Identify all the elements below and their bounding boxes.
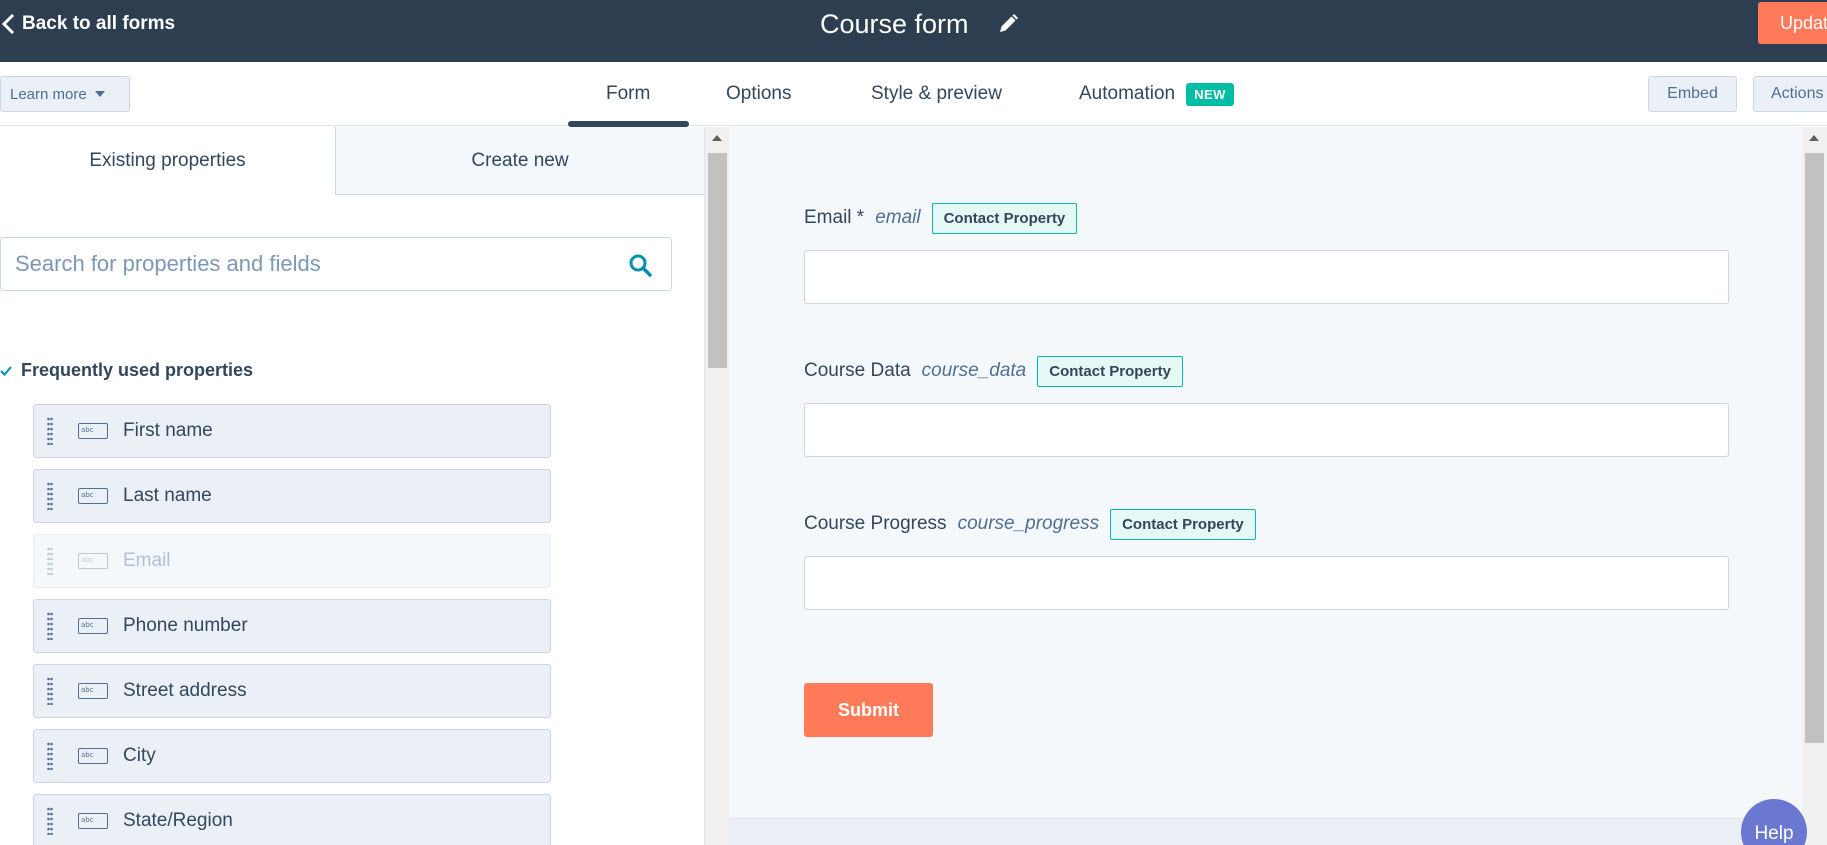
chevron-left-icon (1, 13, 15, 35)
back-to-forms-link[interactable]: Back to all forms (0, 0, 175, 48)
scrollbar-thumb[interactable] (1805, 153, 1824, 743)
field-internal-name: course_progress (957, 513, 1100, 534)
preview-footer (729, 818, 1802, 845)
field-label: Email * (804, 207, 865, 228)
property-label: Last name (123, 485, 212, 506)
tab-options[interactable]: Options (726, 62, 791, 126)
learn-more-label: Learn more (10, 85, 87, 103)
form-field-course-data[interactable]: Course Data course_data Contact Property (804, 355, 1729, 457)
text-field-icon: abc (78, 553, 108, 569)
property-item-last-name[interactable]: abc Last name (33, 469, 551, 523)
tab-options-label: Options (726, 83, 792, 104)
property-list: abc First name abc Last name abc Email a… (33, 404, 551, 845)
property-item-first-name[interactable]: abc First name (33, 404, 551, 458)
check-icon (0, 365, 12, 376)
property-item-state-region[interactable]: abc State/Region (33, 794, 551, 845)
drag-handle-icon[interactable] (47, 482, 53, 510)
top-bar: Back to all forms Course form Update (0, 0, 1827, 62)
tab-existing-properties-label: Existing properties (89, 150, 246, 171)
tab-bar: Learn more Form Options Style & preview … (0, 62, 1827, 127)
property-label: Phone number (123, 615, 248, 636)
embed-button[interactable]: Embed (1648, 76, 1737, 112)
search-field (0, 237, 672, 291)
property-label: Email (123, 550, 171, 571)
drag-handle-icon[interactable] (47, 807, 53, 835)
learn-more-dropdown[interactable]: Learn more (0, 76, 130, 112)
back-link-label: Back to all forms (22, 13, 176, 34)
tab-style-preview-label: Style & preview (871, 83, 1002, 104)
property-label: State/Region (123, 810, 233, 831)
tab-automation-label: Automation (1079, 83, 1176, 104)
properties-sidebar: Existing properties Create new Frequentl… (0, 127, 704, 845)
frequently-used-section-toggle[interactable]: Frequently used properties (0, 360, 253, 381)
scroll-up-arrow-icon[interactable] (1809, 135, 1819, 141)
field-label: Course Progress (804, 513, 947, 534)
actions-button[interactable]: Actions (1753, 76, 1827, 112)
drag-handle-icon[interactable] (47, 742, 53, 770)
property-item-city[interactable]: abc City (33, 729, 551, 783)
property-label: Street address (123, 680, 247, 701)
new-badge: NEW (1186, 82, 1234, 106)
contact-property-tag: Contact Property (931, 202, 1078, 234)
scroll-up-arrow-icon[interactable] (712, 135, 722, 141)
drag-handle-icon (47, 547, 53, 575)
drag-handle-icon[interactable] (47, 677, 53, 705)
drag-handle-icon[interactable] (47, 417, 53, 445)
text-field-icon: abc (78, 618, 108, 634)
preview-scrollbar[interactable] (1802, 127, 1827, 845)
property-label: City (123, 745, 156, 766)
text-field-icon: abc (78, 423, 108, 439)
course-progress-input[interactable] (804, 556, 1729, 610)
form-field-course-progress[interactable]: Course Progress course_progress Contact … (804, 508, 1729, 610)
form-preview: Email * email Contact Property Course Da… (729, 127, 1802, 818)
property-item-phone-number[interactable]: abc Phone number (33, 599, 551, 653)
property-item-email: abc Email (33, 534, 551, 588)
course-data-input[interactable] (804, 403, 1729, 457)
form-title-area: Course form (820, 6, 1019, 42)
drag-handle-icon[interactable] (47, 612, 53, 640)
contact-property-tag: Contact Property (1110, 508, 1256, 540)
field-internal-name: course_data (921, 360, 1027, 381)
text-field-icon: abc (78, 748, 108, 764)
update-button[interactable]: Update (1758, 2, 1827, 44)
scrollbar-thumb[interactable] (708, 153, 727, 368)
tab-create-new-label: Create new (471, 149, 569, 171)
tab-form[interactable]: Form (606, 62, 650, 126)
tab-style-preview[interactable]: Style & preview (871, 62, 1002, 126)
text-field-icon: abc (78, 488, 108, 504)
section-title: Frequently used properties (21, 360, 254, 380)
caret-down-icon (94, 91, 105, 97)
property-label: First name (123, 420, 213, 441)
page-title: Course form (820, 8, 969, 39)
submit-button[interactable]: Submit (804, 683, 933, 737)
search-icon[interactable] (628, 253, 652, 277)
tab-create-new[interactable]: Create new (335, 127, 704, 195)
field-label: Course Data (804, 360, 911, 381)
form-field-email[interactable]: Email * email Contact Property (804, 202, 1729, 304)
email-input[interactable] (804, 250, 1729, 304)
pencil-icon[interactable] (997, 13, 1019, 35)
sidebar-scrollbar[interactable] (704, 127, 729, 845)
text-field-icon: abc (78, 683, 108, 699)
contact-property-tag: Contact Property (1037, 355, 1183, 387)
text-field-icon: abc (78, 813, 108, 829)
tab-form-label: Form (606, 83, 651, 104)
tab-existing-properties[interactable]: Existing properties (0, 127, 335, 195)
search-input[interactable] (15, 251, 605, 277)
tab-automation[interactable]: Automation NEW (1079, 62, 1234, 126)
property-item-street-address[interactable]: abc Street address (33, 664, 551, 718)
field-internal-name: email (875, 207, 921, 228)
